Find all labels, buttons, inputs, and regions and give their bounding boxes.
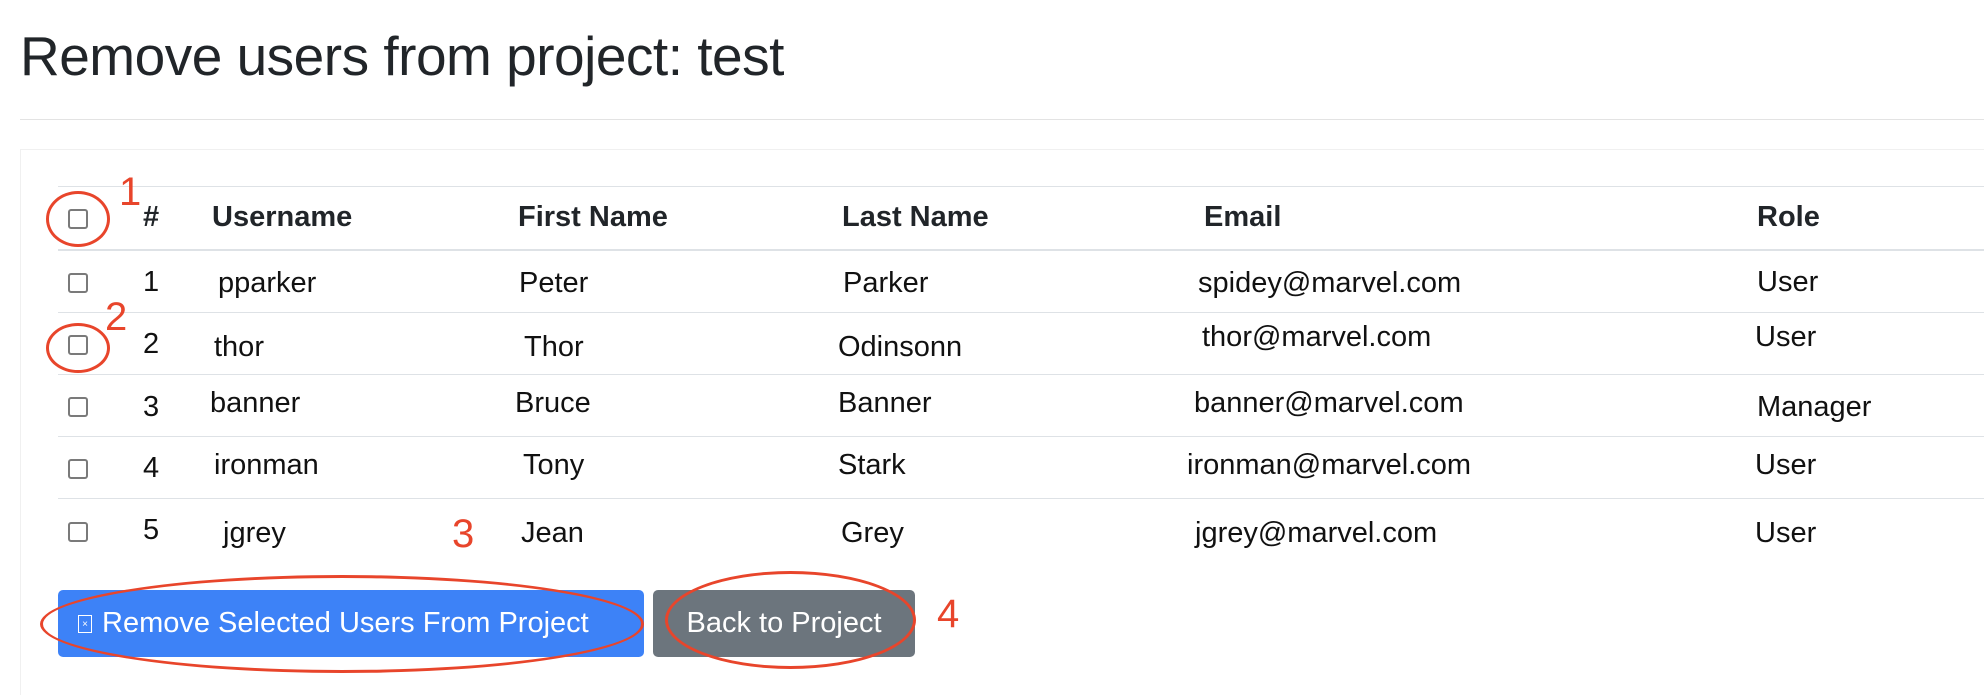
annotation-ring-remove-button bbox=[40, 575, 644, 673]
row-role: User bbox=[1755, 449, 1817, 481]
table-top-border bbox=[58, 186, 1984, 187]
row-number: 1 bbox=[143, 266, 160, 298]
row-first-name: Peter bbox=[519, 267, 589, 299]
annotation-ring-select-all bbox=[46, 191, 110, 247]
header-email[interactable]: Email bbox=[1204, 201, 1281, 234]
title-divider bbox=[20, 119, 1984, 120]
table-header-border bbox=[58, 249, 1984, 251]
row-role: User bbox=[1757, 266, 1819, 298]
row-email: spidey@marvel.com bbox=[1198, 267, 1462, 299]
row-username: jgrey bbox=[223, 517, 286, 549]
row-checkbox[interactable] bbox=[68, 397, 88, 417]
row-last-name: Odinsonn bbox=[838, 331, 963, 363]
row-first-name: Bruce bbox=[515, 387, 591, 419]
header-number: # bbox=[143, 201, 160, 233]
row-divider bbox=[58, 498, 1984, 499]
row-role: User bbox=[1755, 517, 1817, 549]
header-username[interactable]: Username bbox=[212, 201, 352, 234]
row-divider bbox=[58, 312, 1984, 313]
row-role: Manager bbox=[1757, 391, 1872, 423]
row-number: 3 bbox=[143, 391, 160, 423]
row-email: thor@marvel.com bbox=[1202, 321, 1432, 353]
row-first-name: Jean bbox=[521, 517, 584, 549]
row-number: 5 bbox=[143, 514, 160, 546]
annotation-ring-back-button bbox=[665, 571, 916, 669]
header-first-name[interactable]: First Name bbox=[518, 201, 668, 234]
row-email: jgrey@marvel.com bbox=[1195, 517, 1438, 549]
row-last-name: Stark bbox=[838, 449, 906, 481]
row-checkbox[interactable] bbox=[68, 522, 88, 542]
row-last-name: Banner bbox=[838, 387, 932, 419]
annotation-number-3: 3 bbox=[452, 512, 475, 556]
row-first-name: Tony bbox=[523, 449, 585, 481]
annotation-number-4: 4 bbox=[937, 592, 960, 636]
row-checkbox[interactable] bbox=[68, 273, 88, 293]
annotation-number-1: 1 bbox=[119, 170, 142, 214]
row-email: banner@marvel.com bbox=[1194, 387, 1464, 419]
header-last-name[interactable]: Last Name bbox=[842, 201, 989, 234]
row-username: thor bbox=[214, 331, 264, 363]
row-first-name: Thor bbox=[524, 331, 584, 363]
row-username: banner bbox=[210, 387, 301, 419]
row-divider bbox=[58, 374, 1984, 375]
row-username: ironman bbox=[214, 449, 319, 481]
annotation-ring-row-checkbox bbox=[46, 323, 110, 373]
row-checkbox[interactable] bbox=[68, 459, 88, 479]
row-email: ironman@marvel.com bbox=[1187, 449, 1472, 481]
annotation-number-2: 2 bbox=[105, 295, 128, 339]
header-role[interactable]: Role bbox=[1757, 201, 1820, 234]
row-last-name: Parker bbox=[843, 267, 929, 299]
row-number: 2 bbox=[143, 328, 160, 360]
row-last-name: Grey bbox=[841, 517, 904, 549]
page-title: Remove users from project: test bbox=[20, 25, 784, 87]
row-number: 4 bbox=[143, 452, 160, 484]
row-divider bbox=[58, 436, 1984, 437]
row-role: User bbox=[1755, 321, 1817, 353]
row-username: pparker bbox=[218, 267, 317, 299]
